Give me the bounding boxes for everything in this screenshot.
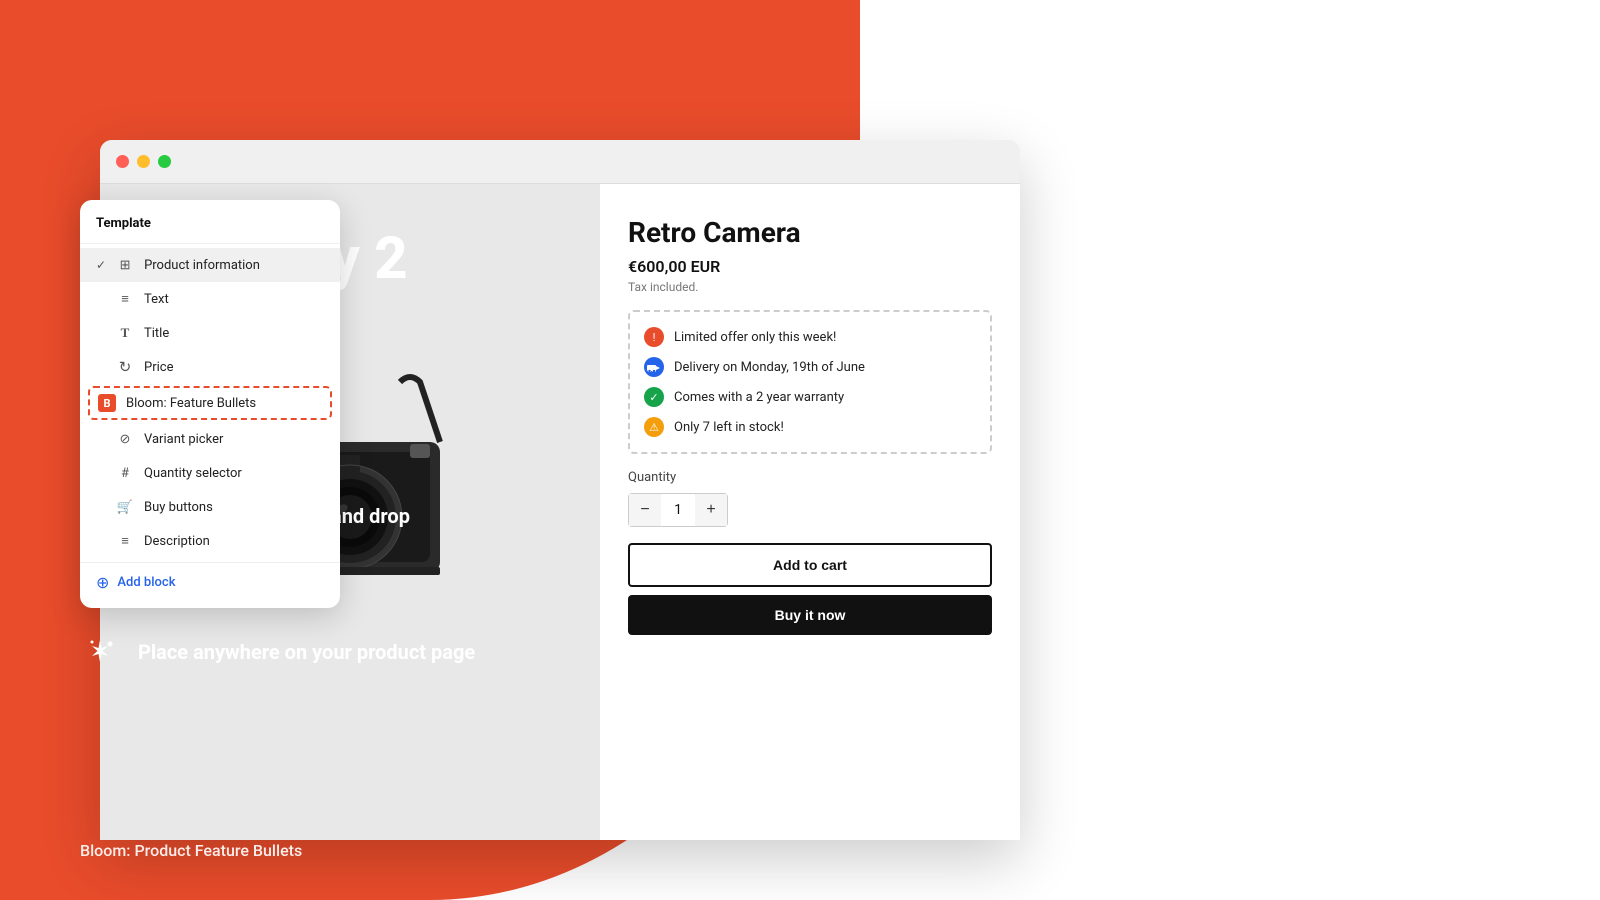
template-item-description[interactable]: ≡ Description [80, 524, 340, 558]
bullet-text-warranty: Comes with a 2 year warranty [674, 390, 844, 405]
bullet-icon-stock: ⚠ [644, 417, 664, 437]
bullet-item-warranty: ✓ Comes with a 2 year warranty [644, 382, 976, 412]
template-item-label-description: Description [144, 534, 210, 549]
template-heading: Template [80, 216, 340, 244]
template-item-variant[interactable]: ⊘ Variant picker [80, 422, 340, 456]
quantity-control: − 1 + [628, 493, 728, 527]
product-info-side: Retro Camera €600,00 EUR Tax included. !… [600, 184, 1020, 840]
price-icon: ↻ [116, 358, 134, 376]
bullet-icon-warranty: ✓ [644, 387, 664, 407]
template-item-quantity[interactable]: # Quantity selector [80, 456, 340, 490]
bullet-item-delivery: Delivery on Monday, 19th of June [644, 352, 976, 382]
sparkle-icon [80, 632, 120, 672]
template-item-label-buy: Buy buttons [144, 500, 213, 515]
tax-note: Tax included. [628, 280, 992, 294]
add-block-button[interactable]: ⊕ Add block [80, 562, 340, 592]
template-panel: Template ✓ ⊞ Product information ≡ Text … [80, 200, 340, 608]
quantity-minus-button[interactable]: − [629, 494, 661, 526]
add-to-cart-button[interactable]: Add to cart [628, 543, 992, 587]
quantity-label: Quantity [628, 470, 992, 485]
template-item-label-text: Text [144, 292, 169, 307]
product-title: Retro Camera [628, 216, 992, 249]
feature-item-place: Place anywhere on your product page [80, 632, 500, 672]
template-item-price[interactable]: ↻ Price [80, 350, 340, 384]
bullet-icon-offer: ! [644, 327, 664, 347]
grid-icon: ⊞ [116, 256, 134, 274]
bullet-item-offer: ! Limited offer only this week! [644, 322, 976, 352]
add-block-icon: ⊕ [96, 573, 109, 592]
cart-icon: 🛒 [116, 498, 134, 516]
template-item-buy[interactable]: 🛒 Buy buttons [80, 490, 340, 524]
template-item-label-title: Title [144, 326, 169, 341]
bullet-item-stock: ⚠ Only 7 left in stock! [644, 412, 976, 442]
T-icon: T [116, 324, 134, 342]
template-item-label-product-info: Product information [144, 258, 260, 273]
variant-icon: ⊘ [116, 430, 134, 448]
bullet-icon-delivery [644, 357, 664, 377]
bottom-label: Bloom: Product Feature Bullets [80, 841, 302, 860]
bloom-icon: B [98, 394, 116, 412]
check-icon: ✓ [96, 258, 106, 272]
hash-icon: # [116, 464, 134, 482]
template-item-bloom[interactable]: B Bloom: Feature Bullets [88, 386, 332, 420]
add-block-label: Add block [117, 575, 175, 590]
quantity-value: 1 [661, 502, 695, 518]
bullet-text-offer: Limited offer only this week! [674, 330, 836, 345]
template-item-product-info[interactable]: ✓ ⊞ Product information [80, 248, 340, 282]
quantity-plus-button[interactable]: + [695, 494, 727, 526]
bullet-text-delivery: Delivery on Monday, 19th of June [674, 360, 865, 375]
lines-icon: ≡ [116, 290, 134, 308]
template-item-label-price: Price [144, 360, 173, 375]
feature-bullets-box: ! Limited offer only this week! Delivery… [628, 310, 992, 454]
template-item-label-quantity: Quantity selector [144, 466, 242, 481]
buy-now-button[interactable]: Buy it now [628, 595, 992, 635]
template-item-text[interactable]: ≡ Text [80, 282, 340, 316]
product-price: €600,00 EUR [628, 257, 992, 276]
feature-text-place: Place anywhere on your product page [138, 640, 475, 664]
template-item-title[interactable]: T Title [80, 316, 340, 350]
bullet-text-stock: Only 7 left in stock! [674, 420, 784, 435]
template-item-label-variant: Variant picker [144, 432, 223, 447]
template-item-label-bloom: Bloom: Feature Bullets [126, 396, 256, 411]
description-icon: ≡ [116, 532, 134, 550]
